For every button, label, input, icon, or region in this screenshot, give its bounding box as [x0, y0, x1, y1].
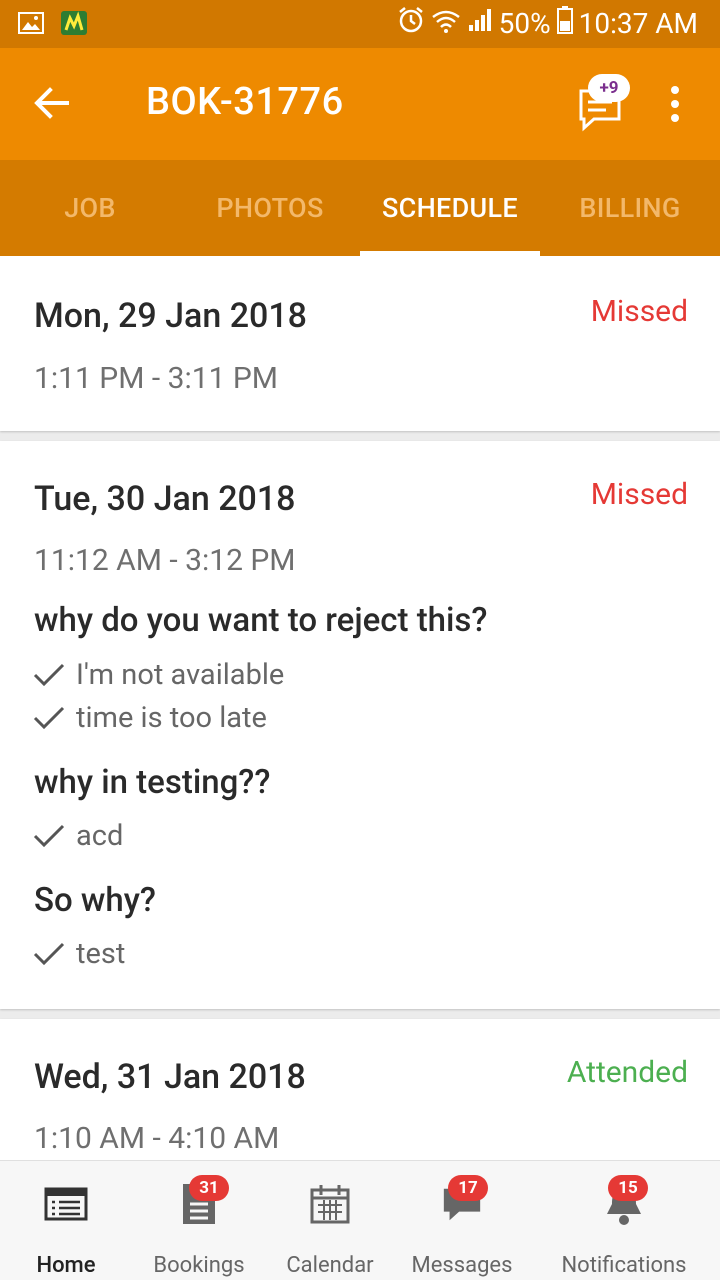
page-title: BOK-31776: [146, 80, 344, 124]
more-vert-icon: [671, 86, 679, 94]
tab-schedule[interactable]: SCHEDULE: [360, 160, 540, 256]
schedule-time: 11:12 AM - 3:12 PM: [34, 543, 296, 578]
status-badge: Missed: [590, 477, 688, 512]
messages-icon: 17: [440, 1175, 488, 1227]
answer-text: acd: [76, 819, 124, 853]
notifications-badge: 15: [608, 1175, 648, 1201]
nav-home[interactable]: Home: [18, 1161, 114, 1280]
nav-label: Home: [36, 1253, 96, 1278]
answer-text: I'm not available: [76, 658, 285, 692]
question-text: So why?: [34, 881, 156, 920]
back-button[interactable]: [26, 78, 76, 128]
nav-calendar[interactable]: Calendar: [282, 1161, 378, 1280]
status-badge: Attended: [566, 1055, 688, 1090]
bell-icon: 15: [602, 1175, 648, 1227]
arrow-left-icon: [34, 87, 69, 119]
bookings-badge: 31: [189, 1175, 229, 1201]
home-list-icon: [44, 1181, 88, 1227]
answer-text: time is too late: [76, 701, 267, 735]
signal-icon: [467, 7, 493, 40]
check-icon: [33, 706, 65, 730]
app-notification-icon: [60, 10, 88, 40]
nav-notifications[interactable]: 15 Notifications: [556, 1161, 692, 1280]
schedule-time: 1:10 AM - 4:10 AM: [34, 1121, 280, 1156]
bookings-doc-icon: 31: [177, 1175, 229, 1227]
schedule-date: Mon, 29 Jan 2018: [34, 296, 307, 336]
nav-label: Calendar: [286, 1253, 374, 1278]
tab-photos[interactable]: PHOTOS: [180, 160, 360, 256]
wifi-icon: [431, 7, 461, 40]
app-bar: BOK-31776 +9: [0, 48, 720, 160]
status-badge: Missed: [590, 294, 688, 329]
schedule-card[interactable]: Mon, 29 Jan 2018 Missed 1:11 PM - 3:11 P…: [0, 256, 720, 431]
answer-text: test: [76, 937, 126, 971]
nav-bookings[interactable]: 31 Bookings: [148, 1161, 250, 1280]
question-text: why do you want to reject this?: [34, 601, 488, 640]
tab-billing[interactable]: BILLING: [540, 160, 720, 256]
schedule-list: Mon, 29 Jan 2018 Missed 1:11 PM - 3:11 P…: [0, 256, 720, 1160]
nav-label: Bookings: [153, 1253, 245, 1278]
answer-item: acd: [32, 819, 123, 853]
battery-percent: 50%: [498, 7, 551, 40]
check-icon: [33, 663, 65, 687]
status-bar: 50% 10:37 AM: [0, 0, 720, 48]
answer-item: time is too late: [32, 701, 267, 735]
messages-badge: 17: [448, 1175, 488, 1201]
tab-job[interactable]: JOB: [0, 160, 180, 256]
more-options-button[interactable]: [660, 82, 690, 126]
nav-label: Notifications: [561, 1253, 687, 1278]
answer-item: test: [32, 937, 125, 971]
question-text: why in testing??: [34, 763, 271, 802]
schedule-date: Wed, 31 Jan 2018: [34, 1057, 306, 1097]
schedule-card[interactable]: Wed, 31 Jan 2018 Attended 1:10 AM - 4:10…: [0, 1019, 720, 1160]
schedule-time: 1:11 PM - 3:11 PM: [34, 361, 278, 396]
clock: 10:37 AM: [578, 7, 698, 40]
calendar-icon: [308, 1181, 352, 1227]
bottom-navigation: Home 31 Bookings Calendar 17 Messages 15…: [0, 1160, 720, 1280]
tab-bar: JOB PHOTOS SCHEDULE BILLING: [0, 160, 720, 256]
answer-item: I'm not available: [32, 658, 284, 692]
chat-badge: +9: [588, 74, 630, 102]
check-icon: [33, 942, 65, 966]
schedule-date: Tue, 30 Jan 2018: [34, 479, 296, 519]
chat-button[interactable]: +9: [574, 74, 634, 134]
alarm-icon: [397, 6, 425, 41]
schedule-card[interactable]: Tue, 30 Jan 2018 Missed 11:12 AM - 3:12 …: [0, 441, 720, 1009]
nav-messages[interactable]: 17 Messages: [410, 1161, 514, 1280]
gallery-notification-icon: [18, 12, 44, 38]
nav-label: Messages: [411, 1253, 513, 1278]
check-icon: [33, 824, 65, 848]
battery-icon: [556, 6, 573, 41]
